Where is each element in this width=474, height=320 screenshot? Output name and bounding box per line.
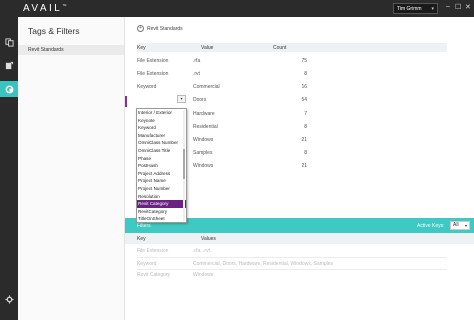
table-row[interactable]: Keyword Commercial 16 (137, 81, 447, 93)
gear-icon[interactable] (0, 291, 18, 307)
table-row[interactable]: File Extension .rvt 8 (137, 68, 447, 80)
files-icon[interactable] (0, 34, 18, 50)
dropdown-option[interactable]: Manufacturer (137, 132, 186, 140)
user-name: Tim Grimm (397, 5, 422, 12)
table-row[interactable]: File Extension .rfa 75 (137, 55, 447, 67)
close-button[interactable]: ✕ (465, 3, 471, 11)
dropdown-option[interactable]: Interior / Exterior (137, 109, 186, 117)
filters-col-values[interactable]: Values (201, 236, 216, 242)
key-dropdown-toggle[interactable]: ▾ (177, 95, 186, 103)
nav-rail (0, 17, 18, 320)
chevron-down-icon: ▾ (464, 223, 467, 228)
filters-row[interactable]: Revit Category Windows (125, 270, 474, 280)
dropdown-option[interactable]: RevitCategory (137, 208, 186, 216)
chevron-down-icon: ▾ (180, 96, 183, 101)
breadcrumb-label: Revit Standards (147, 25, 183, 32)
minimize-button[interactable]: – (446, 3, 450, 10)
breadcrumb[interactable]: + Revit Standards (137, 25, 183, 32)
filters-row[interactable]: Keyword Commercial, Doors, Hardware, Resi… (125, 259, 474, 269)
maximize-button[interactable]: ☐ (455, 3, 461, 11)
dropdown-option[interactable]: Keynote (137, 117, 186, 125)
filters-table-header: Key Values (125, 233, 474, 244)
tag-icon[interactable] (0, 57, 18, 73)
table-header: Key Value Count (137, 43, 447, 52)
dropdown-scroll-thumb[interactable] (183, 149, 185, 179)
active-keys-label: Active Keys: (417, 223, 445, 229)
title-bar: AVAIL™ Tim Grimm ▾ – ☐ ✕ (0, 0, 474, 17)
dropdown-option[interactable]: TitleOnSheet (137, 215, 186, 223)
active-keys-select[interactable]: All ▾ (450, 221, 470, 230)
filters-label: Filters (137, 223, 151, 229)
panel-item-revit-standards[interactable]: Revit Standards (18, 45, 124, 55)
key-dropdown-list[interactable]: Interior / Exterior Keynote Keyword Manu… (136, 108, 187, 223)
divider (137, 257, 447, 258)
col-count[interactable]: Count (273, 45, 286, 51)
dropdown-option[interactable]: PostHash (137, 162, 186, 170)
filters-col-key[interactable]: Key (137, 236, 146, 242)
dropdown-option[interactable]: Phase (137, 155, 186, 163)
app-logo: AVAIL™ (23, 3, 67, 14)
side-panel: Tags & Filters Revit Standards (18, 17, 125, 320)
dropdown-option-selected[interactable]: Revit Category (137, 200, 186, 208)
dropdown-option[interactable]: OmniClass Title (137, 147, 186, 155)
filters-row[interactable]: File Extension .rfa, .rvt (125, 246, 474, 256)
dropdown-option[interactable]: Resolution (137, 193, 186, 201)
row-selection-marker (125, 96, 127, 107)
col-key[interactable]: Key (137, 45, 146, 51)
dropdown-option[interactable]: Project Address (137, 170, 186, 178)
user-menu-button[interactable]: Tim Grimm ▾ (393, 3, 438, 14)
filter-icon[interactable] (0, 81, 18, 97)
panel-title: Tags & Filters (28, 26, 80, 36)
dropdown-option[interactable]: Project Name (137, 177, 186, 185)
chevron-down-icon: ▾ (431, 6, 434, 12)
dropdown-option[interactable]: Keyword (137, 124, 186, 132)
add-icon[interactable]: + (137, 25, 144, 32)
dropdown-option[interactable]: Project Number (137, 185, 186, 193)
dropdown-option[interactable]: OmniClass Number (137, 139, 186, 147)
col-value[interactable]: Value (201, 45, 213, 51)
